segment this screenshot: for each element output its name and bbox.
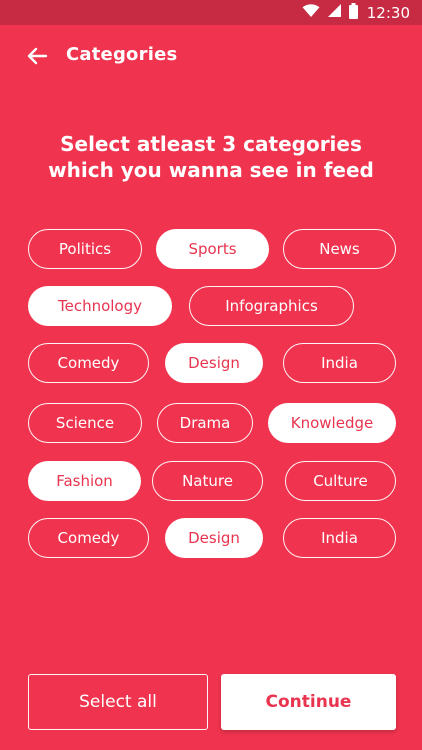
category-chip-label: Design: [188, 354, 240, 372]
signal-icon: [327, 3, 342, 22]
select-all-button[interactable]: Select all: [28, 674, 208, 730]
status-bar: 12:30: [0, 0, 422, 25]
category-chips: Politics Sports News Technology Infograp…: [0, 0, 422, 750]
category-chip[interactable]: Technology: [28, 286, 172, 326]
page-title: Categories: [66, 44, 178, 65]
category-chip-label: News: [319, 240, 360, 258]
category-chip-label: Drama: [179, 414, 231, 432]
category-chip-label: Infographics: [225, 297, 318, 315]
category-chip[interactable]: Infographics: [189, 286, 354, 326]
category-chip-label: Fashion: [56, 472, 113, 490]
category-chip[interactable]: Design: [165, 518, 263, 558]
status-time: 12:30: [366, 3, 410, 22]
category-chip[interactable]: Drama: [157, 403, 253, 443]
category-chip[interactable]: Culture: [285, 461, 396, 501]
instruction-line-2: which you wanna see in feed: [48, 158, 374, 182]
category-chip[interactable]: Sports: [156, 229, 269, 269]
status-icons: 12:30: [302, 0, 410, 25]
category-chip-label: Knowledge: [290, 414, 374, 432]
wifi-icon: [302, 3, 320, 22]
category-chip[interactable]: News: [283, 229, 396, 269]
battery-icon: [348, 2, 358, 23]
category-chip[interactable]: Politics: [28, 229, 142, 269]
continue-button[interactable]: Continue: [221, 674, 396, 730]
category-chip-label: Design: [188, 529, 240, 547]
category-chip[interactable]: India: [283, 518, 396, 558]
category-chip-label: Nature: [182, 472, 233, 490]
instruction-line-1: Select atleast 3 categories: [60, 132, 362, 156]
arrow-left-icon[interactable]: [26, 46, 48, 66]
category-chip-label: India: [321, 529, 358, 547]
categories-screen: 12:30 Categories Select atleast 3 catego…: [0, 0, 422, 750]
category-chip-label: Sports: [188, 240, 237, 258]
category-chip[interactable]: Knowledge: [268, 403, 396, 443]
category-chip-label: India: [321, 354, 358, 372]
category-chip[interactable]: Comedy: [28, 518, 149, 558]
category-chip-label: Science: [55, 414, 115, 432]
category-chip[interactable]: Design: [165, 343, 263, 383]
category-chip-label: Comedy: [57, 354, 120, 372]
category-chip-label: Culture: [313, 472, 368, 490]
category-chip[interactable]: Comedy: [28, 343, 149, 383]
category-chip[interactable]: Nature: [152, 461, 263, 501]
category-chip-label: Politics: [58, 240, 112, 258]
category-chip-label: Comedy: [57, 529, 120, 547]
category-chip[interactable]: Fashion: [28, 461, 141, 501]
app-bar: Categories: [0, 25, 422, 87]
category-chip[interactable]: Science: [28, 403, 142, 443]
category-chip-label: Technology: [57, 297, 143, 315]
instruction-heading: Select atleast 3 categories which you wa…: [0, 131, 422, 183]
category-chip[interactable]: India: [283, 343, 396, 383]
